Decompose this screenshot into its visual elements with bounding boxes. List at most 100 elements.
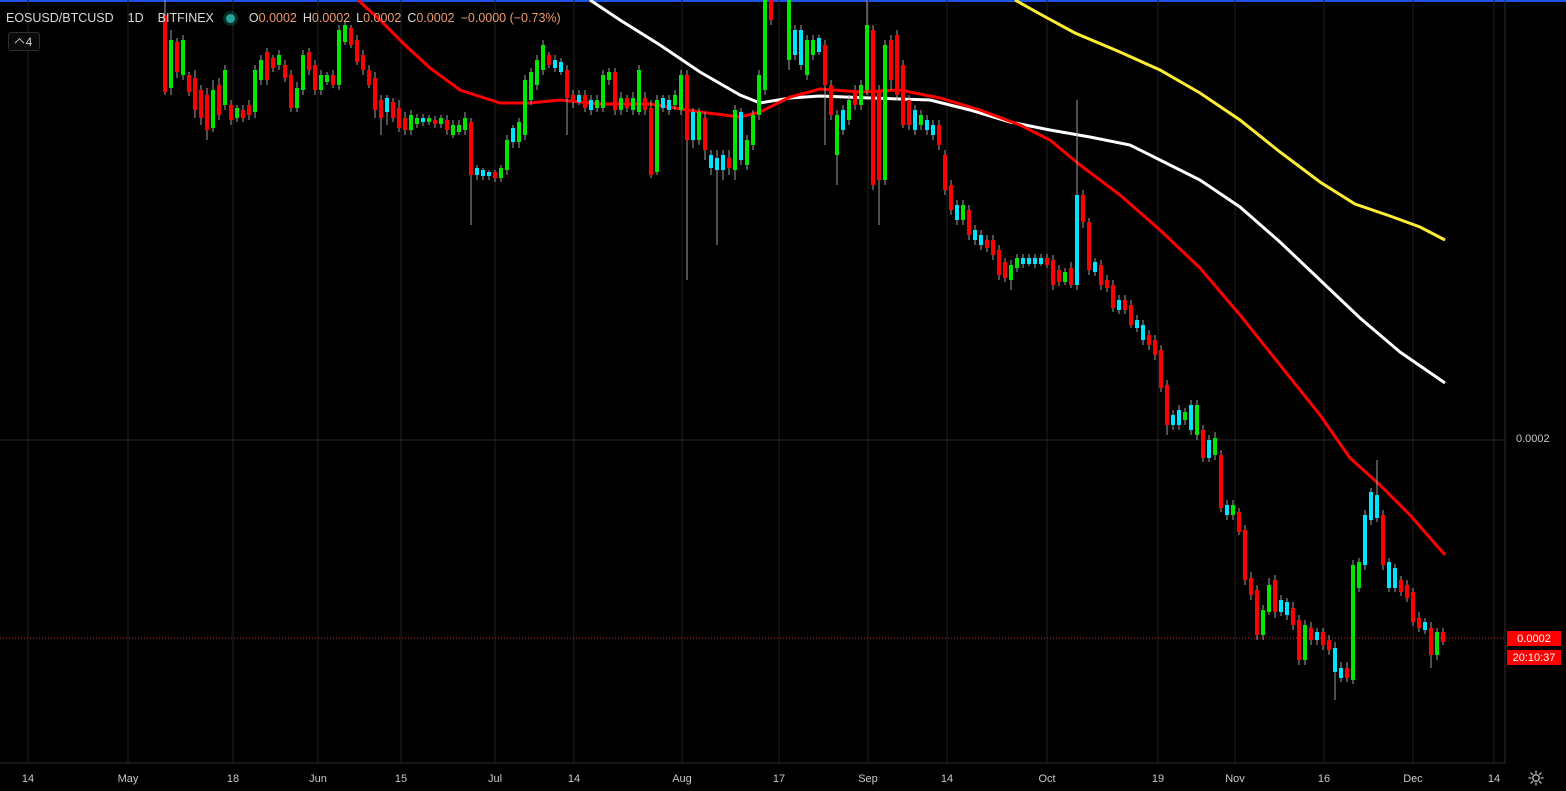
candle-body (367, 70, 371, 85)
candle (901, 60, 905, 128)
candle-body (817, 38, 821, 52)
candle-body (1417, 618, 1421, 628)
candle-body (1147, 335, 1151, 345)
candle-body (997, 250, 1001, 275)
candle-body (187, 75, 191, 92)
candle (481, 168, 485, 180)
candle-body (475, 168, 479, 175)
candle-body (1321, 632, 1325, 645)
candle (919, 110, 923, 130)
candle-body (961, 205, 965, 220)
candle-body (313, 65, 317, 90)
candle-body (433, 120, 437, 124)
price-chart[interactable]: 14 May 18 Jun 15 Jul 14 Aug 17 Sep 14 Oct 19 Nov 16 Dec… (0, 0, 1566, 791)
candle (805, 35, 809, 80)
countdown-tag: 20:10:37 (1507, 650, 1561, 665)
time-axis-label: 17 (773, 773, 785, 785)
candle (211, 80, 215, 132)
candle (415, 114, 419, 128)
candle (835, 110, 839, 185)
candle (505, 135, 509, 175)
candle (817, 35, 821, 55)
candle-body (1087, 222, 1091, 270)
candle (877, 85, 881, 225)
candle-body (649, 108, 653, 175)
candle-body (487, 172, 491, 176)
candle (1039, 254, 1043, 266)
candle (397, 100, 401, 132)
candle (1141, 320, 1145, 345)
candle-body (1117, 300, 1121, 310)
candle-body (319, 75, 323, 90)
interval-label[interactable]: 1D (128, 11, 144, 25)
collapse-indicators-button[interactable]: 4 (8, 32, 40, 51)
candle-body (919, 115, 923, 125)
candle-body (745, 140, 749, 165)
candle-body (439, 118, 443, 124)
candle-body (637, 70, 641, 112)
candle (1165, 380, 1169, 435)
candle (313, 60, 317, 95)
candle (1375, 460, 1379, 522)
candle (391, 98, 395, 122)
candle-body (811, 40, 815, 55)
candle (355, 35, 359, 65)
time-axis-label: May (118, 773, 139, 785)
candle (619, 92, 623, 115)
candle (1297, 615, 1301, 665)
candle-body (397, 108, 401, 128)
candle (667, 95, 671, 115)
settings-gear-icon[interactable] (1528, 770, 1544, 786)
candle (1327, 635, 1331, 655)
candle-body (673, 95, 677, 105)
candle (895, 30, 899, 100)
candle (985, 235, 989, 252)
candle (1171, 410, 1175, 430)
candle (475, 165, 479, 180)
candle (1159, 345, 1163, 392)
candle-body (1411, 592, 1415, 622)
candle-body (1297, 620, 1301, 660)
candle (1309, 622, 1313, 645)
candle-body (289, 75, 293, 108)
candle (409, 110, 413, 135)
candle-body (1069, 268, 1073, 285)
candle-body (979, 235, 983, 245)
candle-body (1165, 385, 1169, 425)
candle-body (247, 105, 251, 115)
candle (727, 150, 731, 175)
candle (319, 70, 323, 95)
time-axis-label: Nov (1225, 773, 1245, 785)
candle (259, 55, 263, 85)
candle-body (343, 25, 347, 42)
candle (883, 40, 887, 185)
candle (1243, 525, 1247, 585)
candle-body (1399, 580, 1403, 592)
candle-body (1015, 258, 1019, 268)
time-axis-label: Aug (672, 773, 692, 785)
candle-body (241, 110, 245, 118)
candle (1207, 435, 1211, 462)
candle-body (823, 45, 827, 85)
candle (823, 40, 827, 145)
candle (859, 80, 863, 110)
candle (1339, 662, 1343, 682)
candle (925, 115, 929, 135)
candle (541, 40, 545, 75)
candle-body (943, 155, 947, 190)
candle (1303, 620, 1307, 665)
candle (1441, 628, 1445, 645)
candle (187, 72, 191, 96)
candle-body (577, 95, 581, 102)
candle-body (1195, 405, 1199, 435)
candle-body (1135, 320, 1139, 328)
time-axis-label: 14 (941, 773, 953, 785)
candle (1219, 450, 1223, 512)
candle (199, 85, 203, 125)
open-label: O (248, 11, 259, 25)
candle-body (1363, 515, 1367, 565)
candle-body (931, 125, 935, 135)
symbol-name[interactable]: EOSUSD/BTCUSD (6, 11, 114, 25)
candle (721, 150, 725, 180)
candle-body (517, 122, 521, 142)
